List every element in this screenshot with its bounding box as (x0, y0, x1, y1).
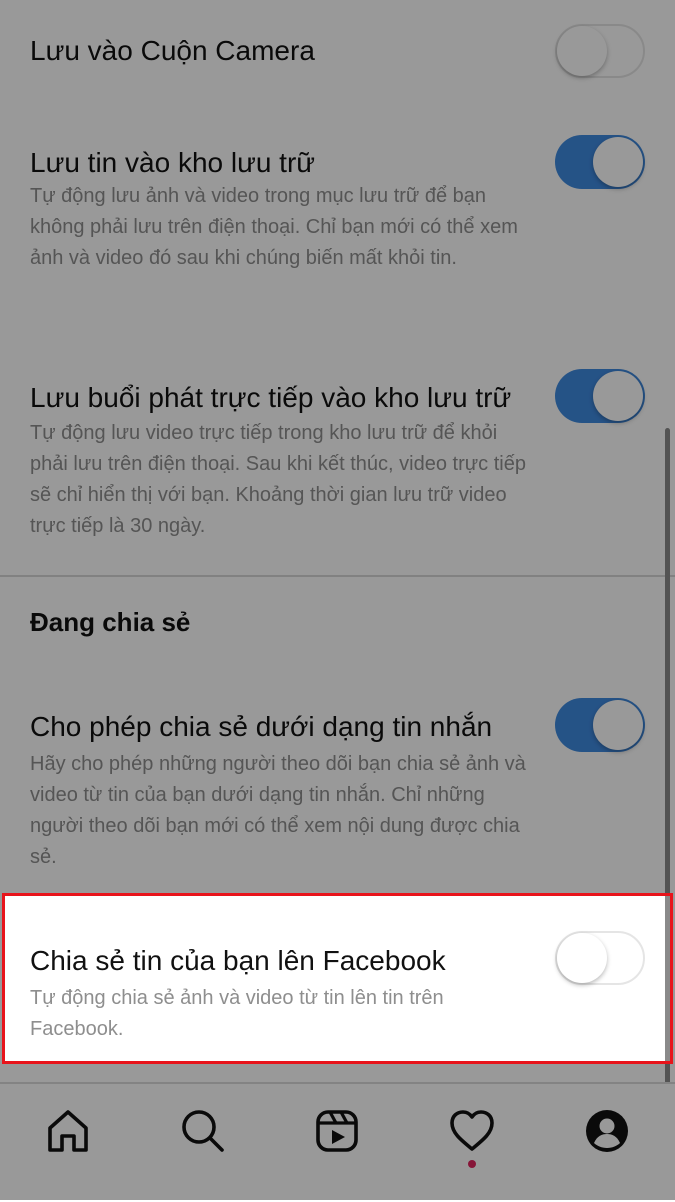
scrollbar[interactable] (665, 428, 670, 1084)
setting-title: Lưu tin vào kho lưu trữ (30, 147, 316, 178)
setting-title: Cho phép chia sẻ dưới dạng tin nhắn (30, 711, 493, 742)
setting-description: Tự động chia sẻ ảnh và video từ tin lên … (30, 987, 444, 1040)
bottom-tab-bar (0, 1082, 675, 1202)
tab-profile[interactable] (582, 1106, 632, 1156)
setting-description: Tự động lưu video trực tiếp trong kho lư… (30, 422, 526, 537)
tab-activity[interactable] (447, 1106, 497, 1168)
setting-description: Tự động lưu ảnh và video trong mục lưu t… (30, 185, 518, 269)
notification-dot (468, 1160, 476, 1168)
toggle-knob (593, 700, 643, 750)
toggle-knob (593, 137, 643, 187)
toggle-knob (593, 371, 643, 421)
tab-search[interactable] (177, 1106, 227, 1156)
setting-title: Chia sẻ tin của bạn lên Facebook (30, 945, 446, 976)
profile-icon (586, 1110, 628, 1152)
save-camera-roll-toggle[interactable] (555, 24, 645, 78)
toggle-knob (557, 26, 607, 76)
search-icon (182, 1110, 224, 1152)
setting-title: Lưu buổi phát trực tiếp vào kho lưu trữ (30, 382, 512, 413)
setting-description: Hãy cho phép những người theo dõi bạn ch… (30, 753, 526, 868)
tab-reels[interactable] (312, 1106, 362, 1156)
setting-title: Lưu vào Cuộn Camera (30, 35, 315, 66)
toggle-knob (557, 933, 607, 983)
reels-icon (316, 1110, 358, 1152)
tab-home[interactable] (43, 1106, 93, 1156)
save-live-archive-toggle[interactable] (555, 369, 645, 423)
heart-icon (450, 1110, 494, 1151)
dim-overlay (0, 893, 2, 1064)
save-story-archive-toggle[interactable] (555, 135, 645, 189)
allow-message-sharing-toggle[interactable] (555, 698, 645, 752)
home-icon (48, 1110, 88, 1152)
share-to-facebook-toggle[interactable] (555, 931, 645, 985)
sharing-section-title: Đang chia sẻ (30, 607, 191, 637)
story-settings-screen: Lưu vào Cuộn Camera Lưu tin vào kho lưu … (0, 0, 675, 1202)
section-divider (0, 575, 675, 577)
